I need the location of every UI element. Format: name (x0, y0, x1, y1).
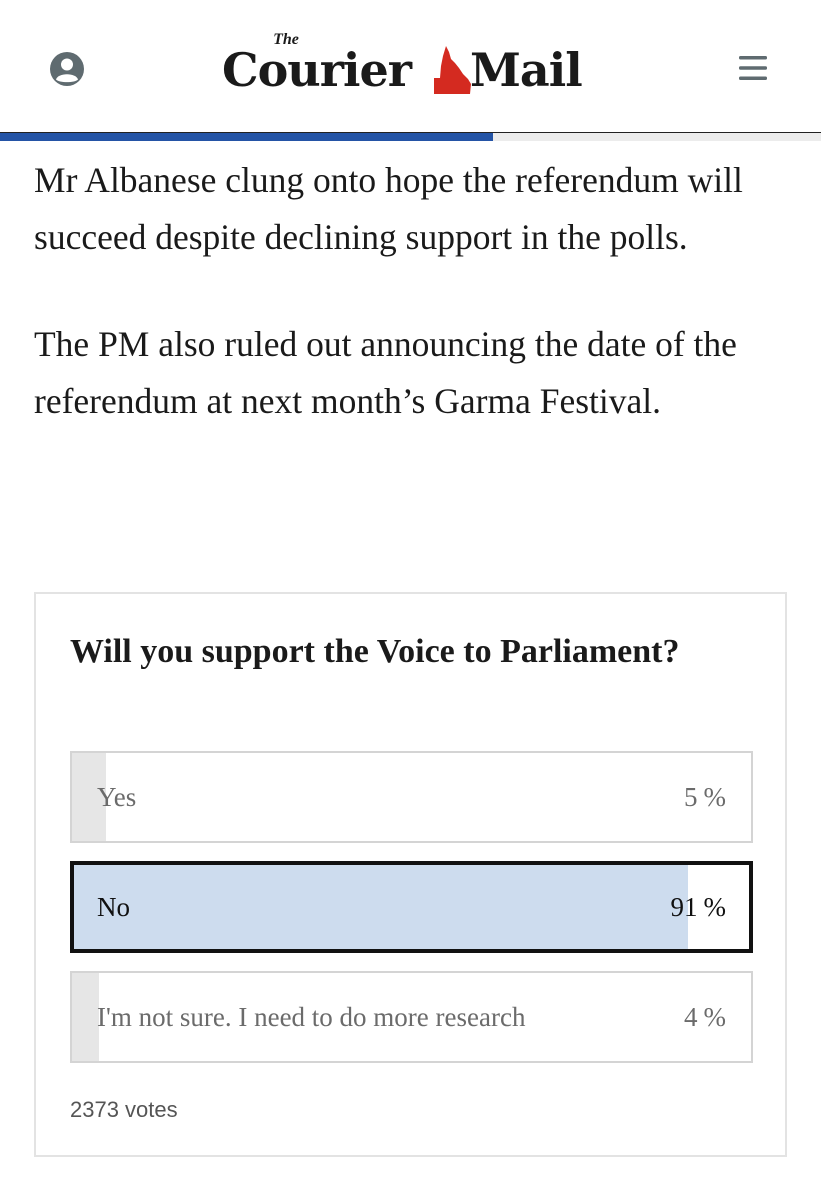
poll-option-percent: 91% (670, 892, 727, 922)
queensland-map-icon (434, 46, 471, 94)
poll-vote-count: 2373 votes (70, 1097, 178, 1122)
logo-word-courier: Courier (222, 43, 412, 97)
poll-result-bar (72, 973, 100, 1061)
poll-option-label: No (97, 892, 130, 922)
site-logo[interactable]: The Courier Mail (222, 26, 602, 100)
logo-word-mail: Mail (470, 43, 583, 97)
article-paragraph: Mr Albanese clung onto hope the referend… (34, 160, 743, 257)
poll-option-no[interactable]: No 91% (70, 861, 753, 953)
article-paragraph: The PM also ruled out announcing the dat… (34, 324, 737, 421)
account-circle-icon (50, 52, 84, 86)
poll-result-bar (74, 865, 689, 949)
poll-widget: Will you support the Voice to Parliament… (34, 592, 787, 1157)
poll-option-percent: 4% (684, 1002, 726, 1032)
reading-progress-bar (0, 132, 821, 141)
account-button[interactable] (49, 51, 85, 87)
poll-option-percent: 5% (684, 782, 726, 812)
hamburger-menu-icon (739, 56, 767, 80)
article-body: Mr Albanese clung onto hope the referend… (34, 152, 794, 480)
poll-option-label: I'm not sure. I need to do more research (97, 1002, 526, 1032)
poll-option-yes[interactable]: Yes 5% (70, 751, 753, 843)
poll-option-label: Yes (97, 782, 137, 812)
poll-question: Will you support the Voice to Parliament… (70, 633, 680, 670)
site-header: The Courier Mail (0, 0, 821, 132)
menu-button[interactable] (735, 52, 771, 84)
poll-option-not-sure[interactable]: I'm not sure. I need to do more research… (70, 971, 753, 1063)
reading-progress-fill (0, 133, 493, 141)
